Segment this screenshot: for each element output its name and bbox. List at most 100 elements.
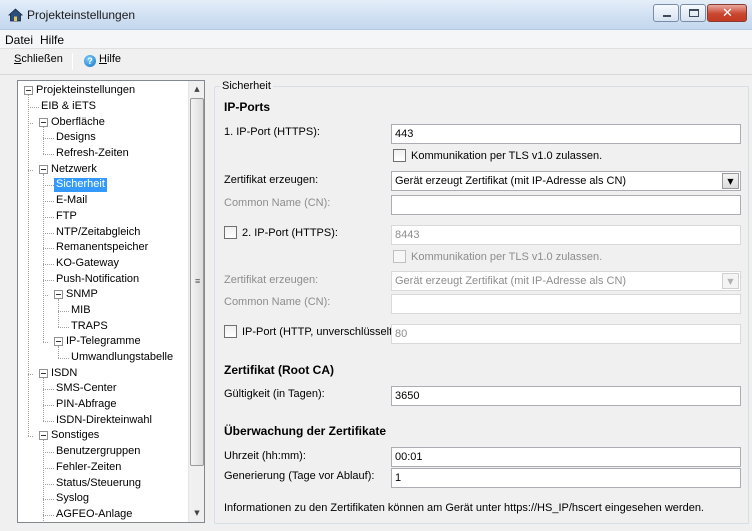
- port1-input[interactable]: 443: [391, 124, 741, 144]
- http-port-checkbox[interactable]: [224, 325, 237, 338]
- collapse-icon[interactable]: [39, 118, 48, 127]
- cn2-label: Common Name (CN):: [224, 296, 331, 308]
- port2-checkbox[interactable]: [224, 226, 237, 239]
- tree-item[interactable]: Benutzergruppen: [56, 445, 140, 459]
- tls2-label: Kommunikation per TLS v1.0 zulassen.: [411, 251, 603, 263]
- close-window-button[interactable]: ✕: [707, 4, 747, 22]
- tree-item[interactable]: Oberfläche: [51, 116, 105, 130]
- collapse-icon[interactable]: [39, 369, 48, 378]
- tree-connector: [28, 107, 39, 108]
- maximize-button[interactable]: [680, 4, 706, 22]
- tree-connector: [43, 405, 54, 406]
- tree-scrollbar[interactable]: ▲ ≡ ▼: [188, 81, 204, 522]
- close-button[interactable]: Schließen: [14, 53, 63, 65]
- collapse-icon[interactable]: [39, 165, 48, 174]
- info-text: Informationen zu den Zertifikaten können…: [224, 502, 704, 514]
- tree-connector: [58, 346, 59, 358]
- group-title: Sicherheit: [220, 80, 273, 92]
- tree-item[interactable]: Projekteinstellungen: [36, 84, 135, 98]
- cn1-label: Common Name (CN):: [224, 197, 331, 209]
- help-icon: ?: [84, 55, 96, 67]
- tree-connector: [43, 295, 48, 296]
- scroll-up-icon[interactable]: ▲: [189, 81, 204, 98]
- tree-item[interactable]: E-Mail: [56, 194, 87, 208]
- tree-item[interactable]: Push-Notification: [56, 273, 139, 287]
- tree-connector: [28, 123, 33, 124]
- menu-datei[interactable]: Datei: [5, 33, 33, 47]
- cn2-input[interactable]: [391, 294, 741, 314]
- validity-input[interactable]: 3650: [391, 386, 741, 406]
- collapse-icon[interactable]: [54, 337, 63, 346]
- scroll-down-icon[interactable]: ▼: [189, 505, 204, 522]
- tree-connector: [43, 378, 44, 421]
- cert1-select[interactable]: Gerät erzeugt Zertifikat (mit IP-Adresse…: [391, 171, 741, 191]
- tree-connector: [43, 174, 44, 342]
- tree-item[interactable]: KO-Gateway: [56, 257, 119, 271]
- tree-item[interactable]: EIB & iETS: [41, 100, 96, 114]
- tree-connector: [43, 342, 48, 343]
- tree-item[interactable]: Designs: [56, 131, 96, 145]
- tree-item[interactable]: Remanentspeicher: [56, 241, 148, 255]
- tree-item[interactable]: Fehler-Zeiten: [56, 461, 121, 475]
- tree-content: Projekteinstellungen EIB & iETS Oberfläche…: [18, 81, 188, 522]
- tree-item[interactable]: SNMP: [66, 288, 98, 302]
- menu-hilfe[interactable]: Hilfe: [40, 33, 64, 47]
- tree-item[interactable]: AGFEO-Anlage: [56, 508, 132, 522]
- cn1-input[interactable]: [391, 195, 741, 215]
- collapse-icon[interactable]: [54, 290, 63, 299]
- tree-connector: [28, 374, 33, 375]
- tree-item[interactable]: MIB: [71, 304, 91, 318]
- generation-input[interactable]: 1: [391, 468, 741, 488]
- tree-item[interactable]: Refresh-Zeiten: [56, 147, 129, 161]
- tree-item[interactable]: Sonstiges: [51, 429, 99, 443]
- monitoring-heading: Überwachung der Zertifikate: [224, 424, 387, 438]
- tree-connector: [43, 280, 54, 281]
- collapse-icon[interactable]: [24, 86, 33, 95]
- tree-item[interactable]: Umwandlungstabelle: [71, 351, 173, 365]
- tree-connector: [43, 499, 54, 500]
- close-icon: ✕: [722, 6, 733, 21]
- tree-connector: [43, 389, 54, 390]
- tree-connector: [43, 421, 54, 422]
- tree-item[interactable]: Netzwerk: [51, 163, 97, 177]
- tree-item[interactable]: Sicherheit: [54, 178, 107, 192]
- help-button[interactable]: ? Hilfe: [84, 53, 121, 67]
- ip-ports-heading: IP-Ports: [224, 100, 271, 114]
- tree-item[interactable]: FTP: [56, 210, 77, 224]
- time-input[interactable]: 00:01: [391, 447, 741, 467]
- tree-connector: [28, 436, 33, 437]
- tree-item[interactable]: Status/Steuerung: [56, 477, 141, 491]
- dropdown-arrow-icon[interactable]: ▼: [722, 173, 739, 189]
- toolbar-separator: [72, 53, 73, 70]
- tree-connector: [58, 311, 69, 312]
- minimize-button[interactable]: [653, 4, 679, 22]
- tree-item[interactable]: SMS-Center: [56, 382, 117, 396]
- tree-connector: [43, 127, 44, 154]
- tree-item[interactable]: TRAPS: [71, 320, 108, 334]
- scroll-thumb[interactable]: ≡: [190, 98, 204, 466]
- cert2-select[interactable]: Gerät erzeugt Zertifikat (mit IP-Adresse…: [391, 271, 741, 291]
- tree-connector: [43, 468, 54, 469]
- collapse-icon[interactable]: [39, 431, 48, 440]
- cert1-value: Gerät erzeugt Zertifikat (mit IP-Adresse…: [395, 175, 627, 187]
- dropdown-arrow-icon[interactable]: ▼: [722, 273, 739, 289]
- tls2-checkbox[interactable]: [393, 250, 406, 263]
- tree-connector: [58, 327, 69, 328]
- tree-connector: [43, 185, 54, 186]
- http-port-input[interactable]: 80: [391, 324, 741, 344]
- tree-connector: [43, 515, 54, 516]
- tree-item[interactable]: NTP/Zeitabgleich: [56, 226, 140, 240]
- tls1-checkbox[interactable]: [393, 149, 406, 162]
- port2-input[interactable]: 8443: [391, 225, 741, 245]
- settings-tree[interactable]: Projekteinstellungen EIB & iETS Oberfläche…: [17, 80, 205, 523]
- maximize-icon: [689, 9, 699, 17]
- tree-item[interactable]: ISDN-Direkteinwahl: [56, 414, 152, 428]
- tree-item[interactable]: IP-Telegramme: [66, 335, 141, 349]
- tree-connector: [58, 299, 59, 327]
- tree-item[interactable]: Syslog: [56, 492, 89, 506]
- tree-item[interactable]: PIN-Abfrage: [56, 398, 117, 412]
- tree-connector: [43, 233, 54, 234]
- tree-item[interactable]: ISDN: [51, 367, 77, 381]
- tree-connector: [28, 95, 29, 436]
- scroll-grip-icon: ≡: [195, 276, 201, 286]
